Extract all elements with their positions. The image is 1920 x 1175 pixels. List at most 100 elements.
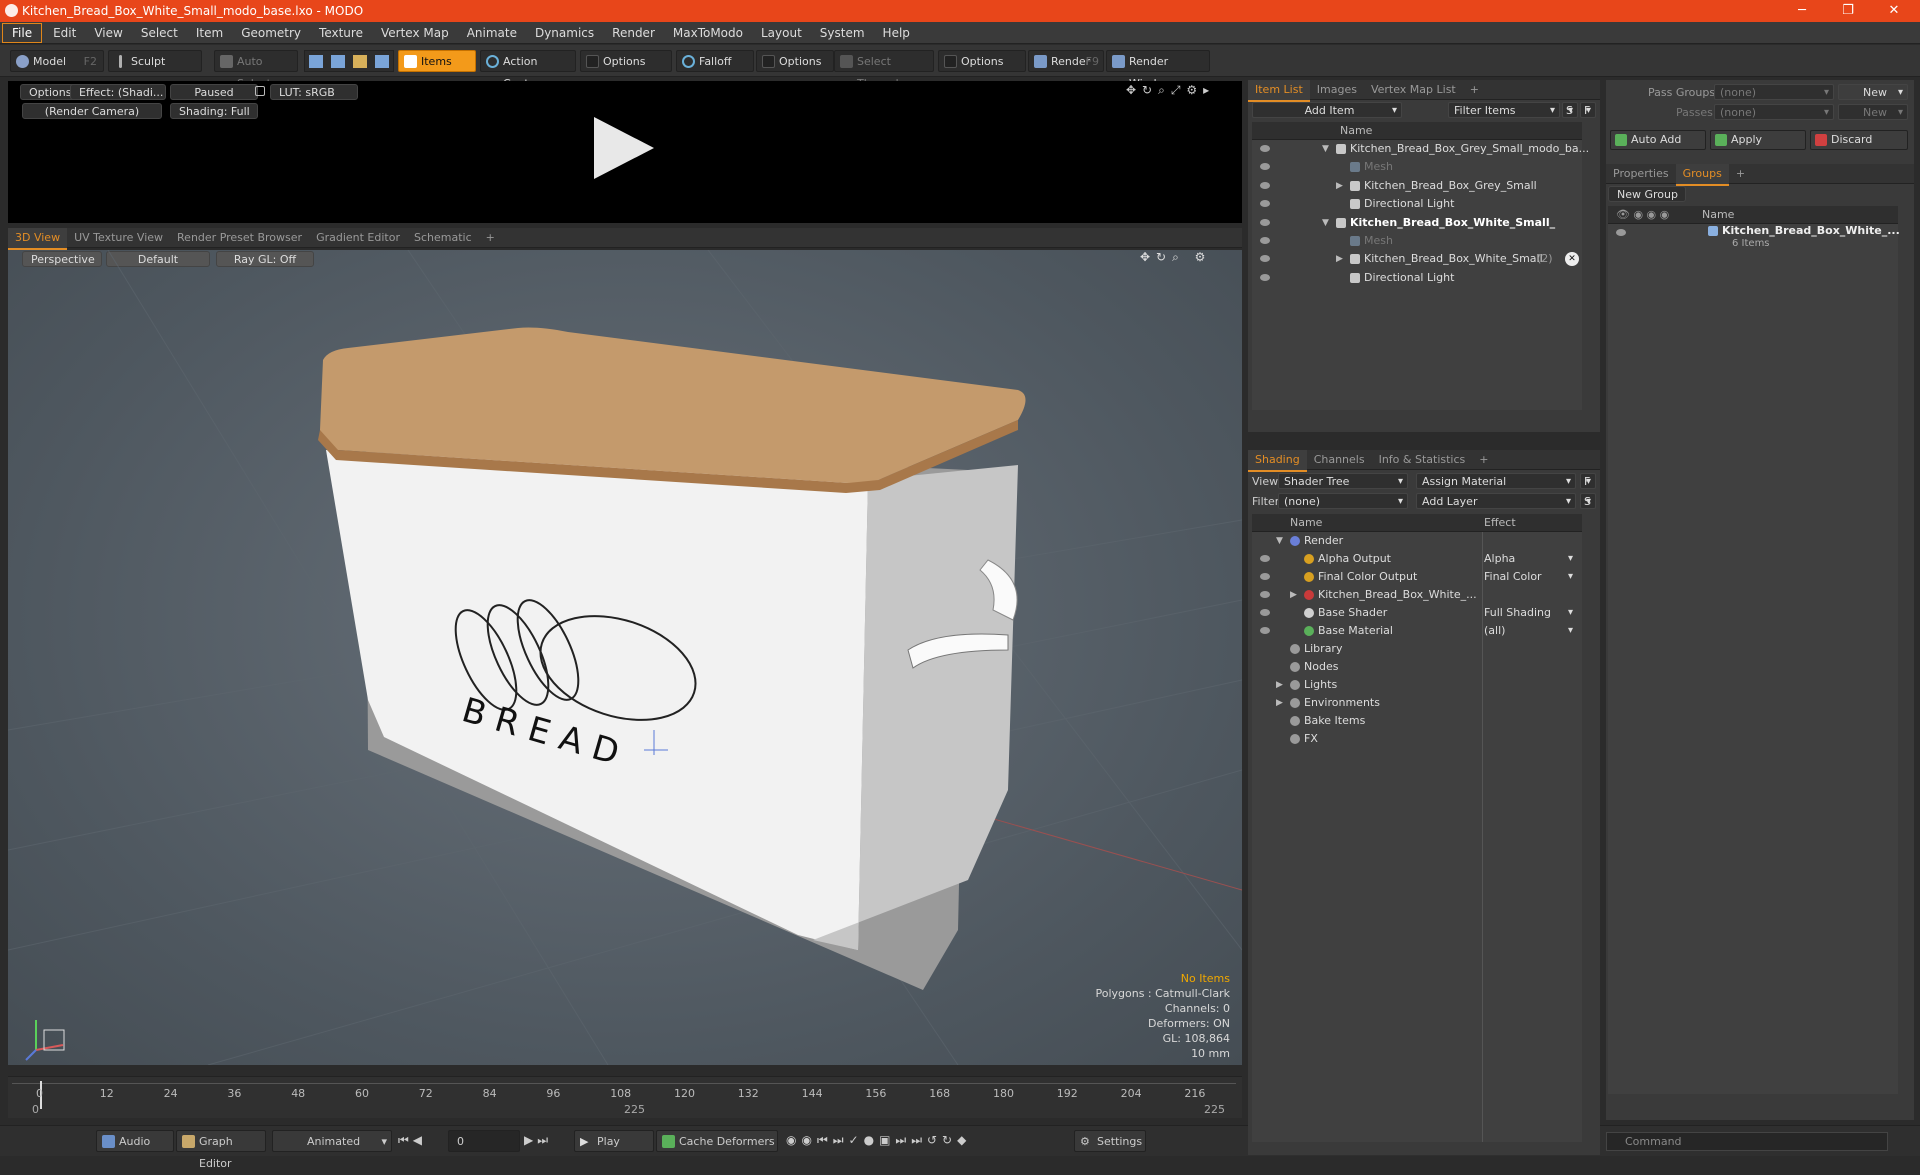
shader-row[interactable]: Base Shader Full Shading ▾ <box>1252 604 1582 622</box>
passes-dropdown[interactable]: (none) <box>1714 104 1834 120</box>
close-button[interactable]: ✕ <box>1872 0 1916 22</box>
shader-row[interactable]: Bake Items <box>1252 712 1582 730</box>
expand-right-icon[interactable]: ▶ <box>1276 694 1283 712</box>
tab-properties[interactable]: Properties <box>1606 164 1676 184</box>
tab-info-statistics[interactable]: Info & Statistics <box>1372 450 1473 470</box>
item-s-button[interactable]: S <box>1562 102 1578 118</box>
cache-deformers-button[interactable]: Cache Deformers <box>656 1130 778 1152</box>
shader-row[interactable]: Nodes <box>1252 658 1582 676</box>
select-through-button[interactable]: Select Through <box>834 50 934 90</box>
timeline[interactable]: 0 225 225 0 12 24 36 48 60 72 84 96 108 120 132 144 1… <box>8 1076 1242 1118</box>
eye-icon[interactable] <box>1260 218 1270 226</box>
tab-render-preset-browser[interactable]: Render Preset Browser <box>170 228 309 248</box>
graph-editor-button[interactable]: Graph Editor <box>176 1130 266 1170</box>
preview-nav-icons[interactable]: ✥↻⌕⤢⚙▸ <box>1126 83 1215 98</box>
effect-dropdown[interactable]: Full Shading <box>1484 604 1580 622</box>
eye-icon[interactable] <box>1260 237 1270 244</box>
shader-row[interactable]: Final Color Output Final Color ▾ <box>1252 568 1582 586</box>
maximize-button[interactable]: ❐ <box>1826 0 1870 22</box>
eye-icon[interactable] <box>1260 181 1270 189</box>
render-window-button[interactable]: Render Window <box>1106 50 1210 90</box>
command-input[interactable]: Command <box>1606 1132 1888 1151</box>
shading-dropdown[interactable]: Shading: Full <box>170 103 258 119</box>
eye-icon[interactable] <box>1260 273 1270 281</box>
effect-dropdown[interactable]: Alpha <box>1484 550 1580 568</box>
expand-down-icon[interactable]: ▼ <box>1322 214 1329 232</box>
menu-file[interactable]: File <box>2 23 43 43</box>
tab-channels[interactable]: Channels <box>1307 450 1372 470</box>
apply-button[interactable]: Apply <box>1710 130 1806 150</box>
discard-button[interactable]: Discard <box>1810 130 1908 150</box>
eye-icon[interactable] <box>1260 200 1270 208</box>
menu-texture[interactable]: Texture <box>310 22 372 44</box>
polygons-mode-icon[interactable] <box>353 55 367 68</box>
item-row[interactable]: ▶ Kitchen_Bread_Box_Grey_Small <box>1252 177 1582 195</box>
lock-icon[interactable] <box>255 86 265 96</box>
action-center-button[interactable]: Action Center <box>480 50 576 90</box>
shader-row[interactable]: ▼ Render <box>1252 532 1582 550</box>
key-tools-icons[interactable]: ◉◉⏮⏭✓●▣⏭⏭↺↻◆ <box>786 1133 971 1148</box>
expand-down-icon[interactable]: ▼ <box>1276 532 1283 550</box>
play-button[interactable]: ▶ Play <box>574 1130 654 1152</box>
group-row[interactable]: Kitchen_Bread_Box_White_... 6 Items <box>1608 224 1900 256</box>
item-row[interactable]: ▼ Kitchen_Bread_Box_Grey_Small_modo_ba... <box>1252 140 1589 158</box>
new-pass-group-button[interactable]: New <box>1838 84 1908 100</box>
menu-layout[interactable]: Layout <box>752 22 811 44</box>
expand-right-icon[interactable]: ▶ <box>1336 177 1343 195</box>
shader-row[interactable]: FX <box>1252 730 1582 748</box>
tab-item-list[interactable]: Item List <box>1248 80 1310 102</box>
shader-row[interactable]: Alpha Output Alpha ▾ <box>1252 550 1582 568</box>
eye-icon[interactable] <box>1616 229 1626 236</box>
auto-select-button[interactable]: Auto Select <box>214 50 298 90</box>
shader-row[interactable]: Base Material (all) ▾ <box>1252 622 1582 640</box>
item-f-button[interactable]: F <box>1580 102 1596 118</box>
shader-row[interactable]: Library <box>1252 640 1582 658</box>
eye-icon[interactable] <box>1260 163 1270 171</box>
vertices-mode-icon[interactable] <box>309 55 323 68</box>
view-dropdown[interactable]: Shader Tree <box>1278 473 1408 489</box>
action-center-options-button[interactable]: Options <box>580 50 672 72</box>
item-row[interactable]: Mesh <box>1252 232 1582 250</box>
menu-vertex-map[interactable]: Vertex Map <box>372 22 458 44</box>
tab-groups[interactable]: Groups <box>1675 164 1729 186</box>
menu-edit[interactable]: Edit <box>44 22 85 44</box>
edges-mode-icon[interactable] <box>331 55 345 68</box>
add-item-dropdown[interactable]: Add Item <box>1252 102 1402 118</box>
shading-f-button[interactable]: F <box>1580 473 1596 489</box>
menu-help[interactable]: Help <box>874 22 919 44</box>
minimize-button[interactable]: ─ <box>1780 0 1824 22</box>
animated-dropdown[interactable]: Animated ▾ <box>272 1130 392 1152</box>
add-tab-icon[interactable]: + <box>1729 164 1752 184</box>
menu-dynamics[interactable]: Dynamics <box>526 22 603 44</box>
expand-right-icon[interactable]: ▶ <box>1336 250 1343 268</box>
falloff-button[interactable]: Falloff <box>676 50 754 72</box>
model-mode-button[interactable]: Model F2 <box>10 50 104 72</box>
item-row[interactable]: Directional Light <box>1252 269 1582 287</box>
shading-s-button[interactable]: S <box>1580 493 1596 509</box>
eye-icon[interactable] <box>1260 573 1270 580</box>
pass-groups-dropdown[interactable]: (none) <box>1714 84 1834 100</box>
filter-dropdown[interactable]: (none) <box>1278 493 1408 509</box>
eye-icon[interactable] <box>1260 627 1270 634</box>
lut-dropdown[interactable]: LUT: sRGB <box>270 84 358 100</box>
expand-right-icon[interactable]: ▶ <box>1276 676 1283 694</box>
item-row[interactable]: Mesh <box>1252 158 1582 176</box>
filter-items-input[interactable]: Filter Items <box>1448 102 1560 118</box>
menu-system[interactable]: System <box>811 22 874 44</box>
expand-down-icon[interactable]: ▼ <box>1322 140 1329 158</box>
menu-animate[interactable]: Animate <box>458 22 526 44</box>
assign-material-input[interactable]: Assign Material <box>1416 473 1576 489</box>
item-row[interactable]: ▼ Kitchen_Bread_Box_White_Small_ <box>1252 214 1582 232</box>
new-group-button[interactable]: New Group <box>1608 186 1686 202</box>
play-preview-icon[interactable] <box>590 115 656 181</box>
3d-viewport[interactable]: Perspective Default Ray GL: Off ✥↻⌕ ⚙ B … <box>8 250 1242 1065</box>
audio-button[interactable]: Audio <box>96 1130 174 1152</box>
falloff-options-button[interactable]: Options <box>756 50 834 72</box>
sculpt-mode-button[interactable]: Sculpt <box>108 50 202 72</box>
tab-uv-texture-view[interactable]: UV Texture View <box>67 228 170 248</box>
tab-shading[interactable]: Shading <box>1248 450 1307 472</box>
transport-back-icons[interactable]: ⏮◀ <box>398 1133 426 1148</box>
item-row[interactable]: ▶ Kitchen_Bread_Box_White_Small (2) ✕ <box>1252 250 1582 268</box>
eye-icon[interactable] <box>1260 145 1270 152</box>
eye-icon[interactable] <box>1260 255 1270 263</box>
